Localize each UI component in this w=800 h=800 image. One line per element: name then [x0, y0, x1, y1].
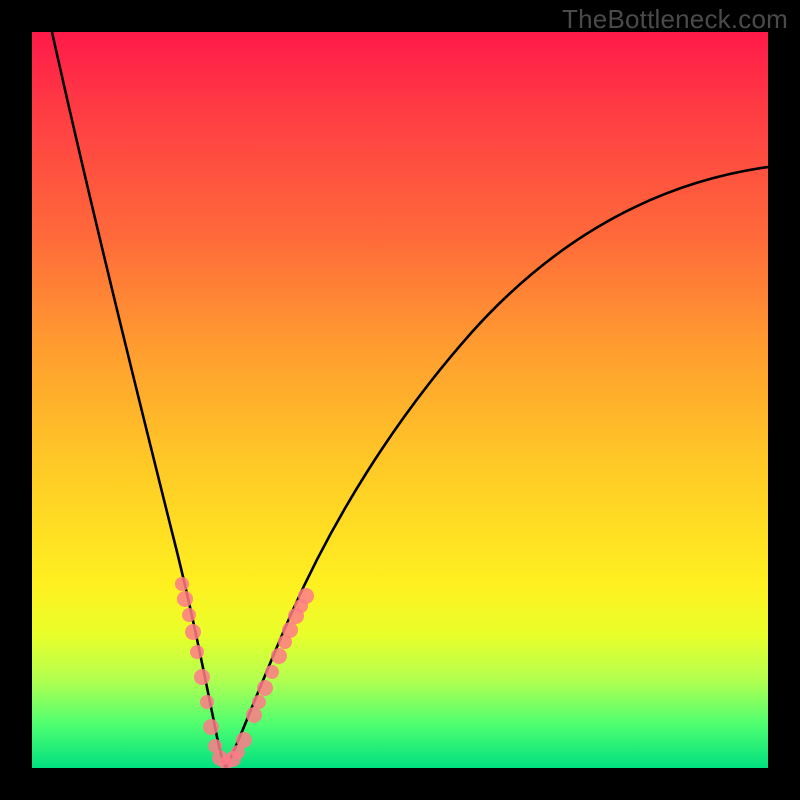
marker-group [175, 577, 314, 768]
watermark-text: TheBottleneck.com [562, 4, 788, 35]
plot-area [32, 32, 768, 768]
bottleneck-curve-right [226, 167, 768, 768]
chart-frame: TheBottleneck.com [0, 0, 800, 800]
curve-layer [32, 32, 768, 768]
